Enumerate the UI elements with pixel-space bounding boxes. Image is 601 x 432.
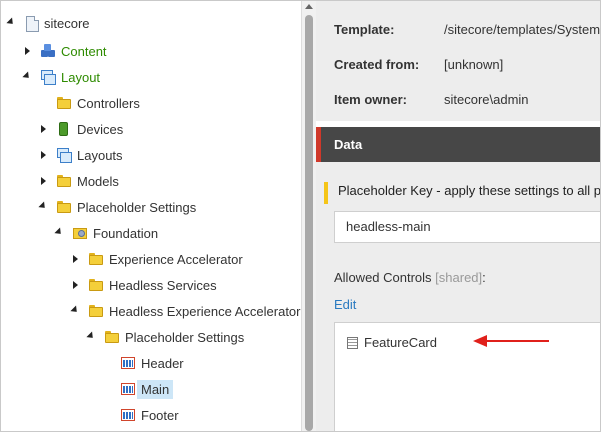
- created-from-row: Created from: [unknown]: [334, 57, 503, 72]
- tree-node-label: Content: [61, 43, 107, 59]
- tree-node-label: Experience Accelerator: [109, 251, 243, 267]
- allowed-controls-list[interactable]: FeatureCard: [334, 322, 600, 431]
- allowed-controls-colon: :: [482, 270, 486, 285]
- item-owner-label: Item owner:: [334, 92, 407, 107]
- scrollbar-thumb[interactable]: [305, 15, 313, 431]
- tree-node-header[interactable]: Header: [102, 352, 184, 374]
- layout-icon: [40, 69, 56, 85]
- expand-arrow-icon[interactable]: [70, 280, 80, 290]
- scroll-up-icon[interactable]: [305, 4, 313, 9]
- folder-icon: [88, 303, 104, 319]
- item-owner-value: sitecore\admin: [444, 92, 529, 107]
- expand-arrow-icon[interactable]: [22, 46, 32, 56]
- item-information: Template: /sitecore/templates/System/Lay…: [316, 1, 601, 121]
- collapse-arrow-icon[interactable]: [38, 202, 48, 212]
- collapse-arrow-icon[interactable]: [6, 18, 16, 28]
- folder-icon: [56, 95, 72, 111]
- allowed-controls-label: Allowed Controls [shared]:: [334, 270, 486, 285]
- tree-node-label: Layouts: [77, 147, 123, 163]
- template-value: /sitecore/templates/System/Layout/Placeh…: [444, 22, 601, 37]
- no-expander: [102, 410, 112, 420]
- tree-node-label: Header: [141, 355, 184, 371]
- red-arrow-annotation: [473, 335, 549, 347]
- folder-icon: [88, 277, 104, 293]
- created-from-label: Created from:: [334, 57, 420, 72]
- data-section-body: Placeholder Key - apply these settings t…: [316, 162, 600, 431]
- tree-node-label: Foundation: [93, 225, 159, 241]
- placeholder-key-label: Placeholder Key - apply these settings t…: [324, 182, 600, 204]
- tree-node-controllers[interactable]: Controllers: [38, 92, 140, 114]
- placeholder-key-input[interactable]: headless-main: [334, 211, 600, 243]
- no-expander: [38, 98, 48, 108]
- section-title: Data: [334, 137, 363, 152]
- content-icon: [40, 43, 56, 59]
- no-expander: [102, 358, 112, 368]
- tree-node-label: Models: [77, 173, 119, 189]
- layout-icon: [56, 147, 72, 163]
- tree-node-placeholder-settings-sub[interactable]: Placeholder Settings: [86, 326, 244, 348]
- tree-node-content[interactable]: Content: [22, 40, 107, 62]
- collapse-arrow-icon[interactable]: [22, 72, 32, 82]
- tree-node-label: Footer: [141, 407, 179, 423]
- tree-node-label: Placeholder Settings: [125, 329, 245, 345]
- collapse-arrow-icon[interactable]: [70, 306, 80, 316]
- shared-tag: [shared]: [435, 270, 483, 285]
- data-section-header[interactable]: Data: [316, 127, 600, 162]
- tree-node-foundation[interactable]: Foundation: [54, 222, 158, 244]
- content-editor-window: sitecore Content Layout Controllers Devi…: [0, 0, 601, 432]
- tree-node-headless-experience-accelerator[interactable]: Headless Experience Accelerator: [70, 300, 301, 322]
- edit-link[interactable]: Edit: [334, 297, 356, 312]
- folder-icon: [88, 251, 104, 267]
- tree-node-label: sitecore: [44, 15, 90, 31]
- foundation-folder-icon: [72, 225, 88, 241]
- folder-icon: [56, 199, 72, 215]
- allowed-controls-title: Allowed Controls: [334, 270, 432, 285]
- content-tree: sitecore Content Layout Controllers Devi…: [1, 1, 301, 431]
- placeholder-icon: [120, 407, 136, 423]
- tree-node-label: Placeholder Settings: [77, 199, 197, 215]
- placeholder-icon: [120, 355, 136, 371]
- tree-scrollbar[interactable]: [301, 1, 316, 431]
- no-expander: [102, 384, 112, 394]
- tree-node-layout[interactable]: Layout: [22, 66, 100, 88]
- tree-node-devices[interactable]: Devices: [38, 118, 123, 140]
- collapse-arrow-icon[interactable]: [86, 332, 96, 342]
- device-icon: [56, 121, 72, 137]
- document-icon: [26, 15, 39, 32]
- item-editor-panel: Template: /sitecore/templates/System/Lay…: [316, 1, 601, 431]
- collapse-arrow-icon[interactable]: [54, 228, 64, 238]
- template-label: Template:: [334, 22, 395, 37]
- list-item-label: FeatureCard: [364, 335, 437, 350]
- tree-node-headless-services[interactable]: Headless Services: [70, 274, 217, 296]
- placeholder-icon: [120, 381, 136, 397]
- template-row: Template: /sitecore/templates/System/Lay…: [334, 22, 601, 37]
- tree-node-layouts[interactable]: Layouts: [38, 144, 123, 166]
- tree-node-sitecore[interactable]: sitecore: [6, 12, 90, 34]
- expand-arrow-icon[interactable]: [38, 150, 48, 160]
- tree-node-label: Headless Services: [109, 277, 217, 293]
- expand-arrow-icon[interactable]: [70, 254, 80, 264]
- expand-arrow-icon[interactable]: [38, 124, 48, 134]
- tree-node-experience-accelerator[interactable]: Experience Accelerator: [70, 248, 243, 270]
- list-item[interactable]: FeatureCard: [347, 335, 437, 350]
- tree-node-label: Layout: [61, 69, 101, 85]
- tree-node-main[interactable]: Main: [102, 378, 174, 400]
- folder-icon: [104, 329, 120, 345]
- tree-node-models[interactable]: Models: [38, 170, 119, 192]
- tree-node-label: Devices: [77, 121, 124, 137]
- tree-node-footer[interactable]: Footer: [102, 404, 179, 426]
- tree-node-label: Main: [137, 379, 174, 399]
- tree-node-label: Controllers: [77, 95, 140, 111]
- expand-arrow-icon[interactable]: [38, 176, 48, 186]
- item-owner-row: Item owner: sitecore\admin: [334, 92, 529, 107]
- tree-node-label: Headless Experience Accelerator: [109, 303, 301, 319]
- rendering-icon: [347, 336, 358, 349]
- folder-icon: [56, 173, 72, 189]
- created-from-value: [unknown]: [444, 57, 504, 72]
- tree-node-placeholder-settings[interactable]: Placeholder Settings: [38, 196, 196, 218]
